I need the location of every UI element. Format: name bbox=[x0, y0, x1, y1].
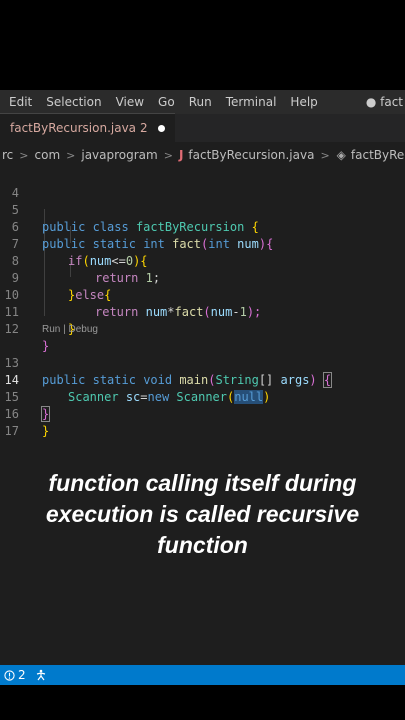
code-line: 7 if(num<=0){ bbox=[0, 219, 405, 268]
menu-view[interactable]: View bbox=[109, 95, 151, 109]
unsaved-dot-icon[interactable] bbox=[157, 124, 165, 132]
menu-help[interactable]: Help bbox=[283, 95, 324, 109]
code-line: 12 } bbox=[0, 304, 405, 353]
error-circle-icon bbox=[4, 669, 15, 681]
video-bottom-black-bar bbox=[0, 685, 405, 720]
code-line: 9 }else{ bbox=[0, 253, 405, 302]
window-title: ● fact bbox=[365, 95, 403, 109]
code-line: 13 public static void main(String[] args… bbox=[0, 338, 405, 388]
breadcrumb-class[interactable]: factByRecursion bbox=[349, 148, 405, 162]
breadcrumb-javaprogram[interactable]: javaprogram bbox=[79, 148, 159, 162]
vscode-window: Edit Selection View Go Run Terminal Help… bbox=[0, 90, 405, 685]
code-line: 15 } bbox=[0, 372, 405, 422]
video-caption: function calling itself during execution… bbox=[0, 468, 405, 561]
menu-terminal[interactable]: Terminal bbox=[219, 95, 284, 109]
caption-line-2: execution is called recursive bbox=[45, 501, 360, 527]
tab-problems-count: 2 bbox=[140, 121, 148, 135]
editor-tab-bar: factByRecursion.java 2 bbox=[0, 113, 405, 142]
code-line: 11 } bbox=[0, 287, 405, 336]
code-line: 5 public class factByRecursion { bbox=[0, 185, 405, 234]
menu-selection[interactable]: Selection bbox=[39, 95, 108, 109]
line-number: 12 bbox=[4, 322, 19, 336]
menu-go[interactable]: Go bbox=[151, 95, 182, 109]
code-line: 16 } bbox=[0, 389, 405, 438]
chevron-right-icon: > bbox=[320, 148, 330, 162]
java-file-icon: J bbox=[178, 148, 184, 162]
breadcrumb-com[interactable]: com bbox=[33, 148, 63, 162]
remote-icon[interactable] bbox=[30, 669, 51, 681]
breadcrumb-file[interactable]: factByRecursion.java bbox=[186, 148, 316, 162]
chevron-right-icon: > bbox=[163, 148, 173, 162]
caption-line-1: function calling itself during bbox=[48, 470, 357, 496]
problems-indicator[interactable]: 2 bbox=[0, 668, 30, 682]
breadcrumb-src[interactable]: rc bbox=[0, 148, 15, 162]
accessibility-icon bbox=[36, 669, 45, 681]
line-number: 17 bbox=[4, 424, 19, 438]
breadcrumb: rc > com > javaprogram > J factByRecursi… bbox=[0, 144, 405, 166]
code-line: 6 public static int fact(int num){ bbox=[0, 202, 405, 251]
code-line: 14 Scanner sc=new Scanner(null) bbox=[0, 355, 405, 404]
run-debug-codelens[interactable]: Run | Debug bbox=[42, 323, 98, 337]
status-bar: 2 bbox=[0, 665, 405, 685]
class-symbol-icon: ◈ bbox=[336, 148, 346, 162]
tab-factbyrecursion[interactable]: factByRecursion.java 2 bbox=[0, 113, 175, 142]
tab-label: factByRecursion.java bbox=[10, 121, 137, 135]
code-line: 10 return num*fact(num-1); bbox=[0, 270, 405, 319]
chevron-right-icon: > bbox=[66, 148, 76, 162]
menu-edit[interactable]: Edit bbox=[0, 95, 39, 109]
problems-count: 2 bbox=[18, 668, 26, 682]
chevron-right-icon: > bbox=[19, 148, 29, 162]
menu-bar: Edit Selection View Go Run Terminal Help… bbox=[0, 90, 405, 114]
code-line: 17 bbox=[0, 406, 405, 438]
video-top-black-bar bbox=[0, 0, 405, 90]
caption-line-3: function bbox=[157, 532, 248, 558]
code-line: 4 bbox=[0, 168, 405, 200]
code-line: 8 return 1; bbox=[0, 236, 405, 285]
menu-run[interactable]: Run bbox=[182, 95, 219, 109]
